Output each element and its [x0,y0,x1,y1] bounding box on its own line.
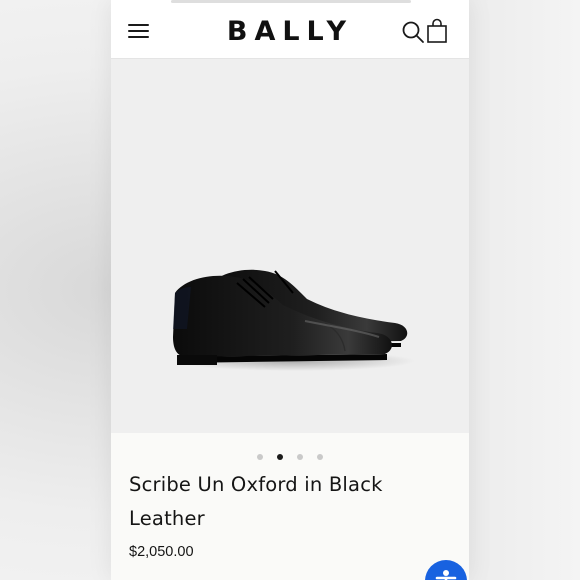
product-info: Scribe Un Oxford in Black Leather $2,050… [111,433,469,580]
pagination-dot[interactable] [277,454,283,460]
product-title: Scribe Un Oxford in Black Leather [129,473,383,530]
site-header: BALLY [111,4,469,59]
product-gallery[interactable] [111,59,469,433]
photo-backdrop-right [468,0,580,580]
pagination-dot[interactable] [297,454,303,460]
hamburger-menu-icon[interactable] [128,23,150,39]
search-icon[interactable] [401,20,425,44]
mobile-page: BALLY Scribe Un Oxford in Black Leather … [111,0,469,580]
oxford-shoes-image [173,269,415,371]
pagination-dot[interactable] [317,454,323,460]
status-pill [171,0,411,3]
shopping-bag-icon[interactable] [426,18,448,44]
accessibility-button[interactable] [425,560,467,580]
brand-logo[interactable]: BALLY [206,16,374,48]
pagination-dot[interactable] [257,454,263,460]
product-price: $2,050.00 [129,544,194,560]
accessibility-icon [435,570,457,580]
gallery-pagination [257,454,327,462]
